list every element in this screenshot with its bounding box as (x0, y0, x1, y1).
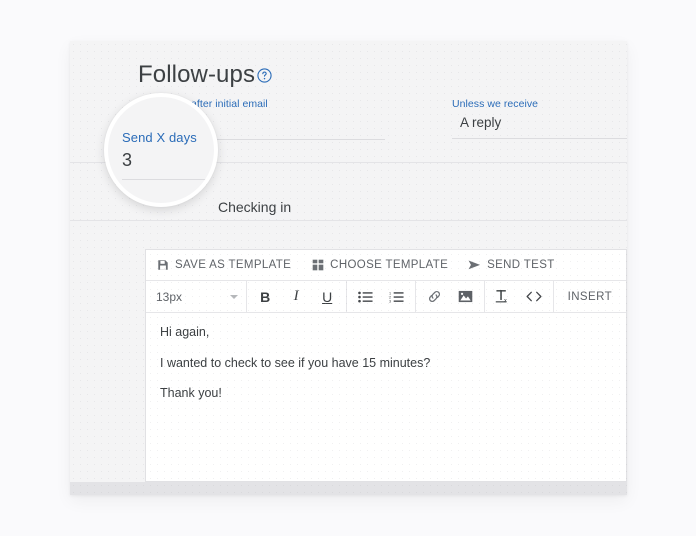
help-circle-icon[interactable] (257, 68, 272, 83)
format-toolbar: 13px B I U 1 2 3 x INSERT (146, 281, 626, 313)
underline-button[interactable]: U (312, 281, 343, 312)
unless-we-receive-label: Unless we receive (452, 98, 539, 110)
email-paragraph: Thank you! (160, 386, 222, 401)
save-as-template-button[interactable]: SAVE AS TEMPLATE (156, 259, 291, 272)
clear-format-button[interactable]: x (488, 281, 519, 312)
code-button[interactable] (519, 281, 550, 312)
font-size-value: 13px (156, 289, 183, 304)
numbered-list-button[interactable]: 1 2 3 (381, 281, 412, 312)
unless-we-receive-field[interactable]: Unless we receive A reply (452, 98, 627, 139)
code-icon (526, 291, 542, 302)
send-days-value: 3 (190, 116, 385, 131)
bold-button[interactable]: B (250, 281, 281, 312)
grid-icon (311, 259, 324, 272)
unless-we-receive-value: A reply (460, 115, 502, 130)
save-icon (156, 259, 169, 272)
insert-button[interactable]: INSERT (554, 281, 626, 312)
save-as-template-label: SAVE AS TEMPLATE (175, 259, 292, 271)
numbered-list-icon: 1 2 3 (389, 291, 404, 303)
card-footer-strip (70, 482, 627, 495)
subject-value: Checking in (218, 199, 292, 215)
magnified-field-underline (122, 179, 208, 180)
insert-media-group (416, 281, 485, 312)
list-group: 1 2 3 (347, 281, 416, 312)
clear-code-group: x (485, 281, 554, 312)
bullet-list-button[interactable] (350, 281, 381, 312)
editor-action-bar: SAVE AS TEMPLATE CHOOSE TEMPLATE SEND TE… (146, 250, 626, 281)
unless-we-receive-underline (452, 138, 627, 139)
email-paragraph: I wanted to check to see if you have 15 … (160, 355, 431, 370)
send-test-label: SEND TEST (487, 259, 555, 271)
email-editor: SAVE AS TEMPLATE CHOOSE TEMPLATE SEND TE… (145, 249, 627, 482)
send-days-underline (190, 139, 385, 140)
card-left-gutter (70, 249, 145, 482)
magnifier-content: Send X days 3 (108, 97, 214, 203)
image-button[interactable] (450, 281, 481, 312)
page-title: Follow-ups (138, 61, 256, 88)
send-icon (468, 259, 481, 272)
choose-template-button[interactable]: CHOOSE TEMPLATE (311, 259, 448, 272)
image-icon (458, 290, 473, 303)
choose-template-label: CHOOSE TEMPLATE (330, 259, 449, 271)
magnified-send-days-value: 3 (122, 150, 133, 170)
email-body[interactable]: Hi again, I wanted to check to see if yo… (146, 313, 626, 402)
clear-format-icon: x (495, 289, 511, 304)
link-button[interactable] (419, 281, 450, 312)
chevron-down-icon (229, 294, 238, 299)
link-icon (427, 289, 442, 304)
text-style-group: B I U (247, 281, 347, 312)
bullet-list-icon (357, 291, 373, 303)
card-header: Follow-ups (70, 41, 627, 98)
svg-text:x: x (504, 298, 507, 304)
send-test-button[interactable]: SEND TEST (468, 259, 554, 272)
email-paragraph: Hi again, (160, 325, 210, 339)
send-days-field[interactable]: 3 (190, 98, 385, 140)
magnifier-loupe: Send X days 3 (104, 93, 218, 207)
svg-text:3: 3 (389, 299, 391, 302)
italic-button[interactable]: I (281, 281, 312, 312)
magnified-send-days-label: Send X days (122, 130, 197, 145)
font-size-select[interactable]: 13px (146, 281, 247, 312)
subject-divider (70, 220, 627, 221)
